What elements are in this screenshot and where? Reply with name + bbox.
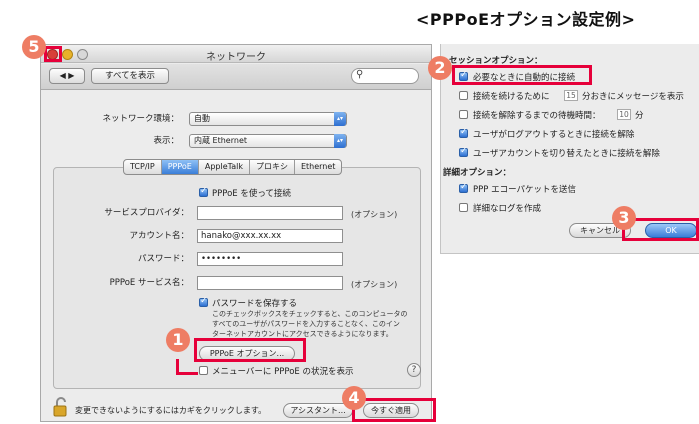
show-all-button[interactable]: すべてを表示 bbox=[91, 68, 169, 84]
tab-bar: TCP/IP PPPoE AppleTalk プロキシ Ethernet bbox=[123, 159, 343, 175]
save-password-checkbox[interactable] bbox=[199, 296, 208, 307]
echo-packets-label: PPP エコーパケットを送信 bbox=[473, 185, 576, 195]
step-2-badge: 2 bbox=[428, 56, 452, 80]
provider-optional: (オプション) bbox=[351, 210, 398, 219]
disconnect-wait-suffix: 分 bbox=[635, 111, 644, 121]
password-field[interactable]: •••••••• bbox=[197, 252, 343, 266]
keep-connection-checkbox[interactable] bbox=[459, 91, 468, 100]
show-value: 内蔵 Ethernet bbox=[194, 136, 248, 145]
keep-connection-minutes[interactable]: 15 bbox=[564, 90, 578, 101]
location-value: 自動 bbox=[194, 114, 210, 123]
switch-user-disconnect-checkbox[interactable] bbox=[459, 146, 468, 157]
tab-appletalk[interactable]: AppleTalk bbox=[199, 160, 250, 174]
account-field[interactable]: hanako@xxx.xx.xx bbox=[197, 229, 343, 243]
back-forward-button[interactable]: ◀ ▶ bbox=[49, 68, 85, 84]
account-label: アカウント名： bbox=[129, 231, 189, 241]
pppoe-checkbox-label: PPPoE を使って接続 bbox=[212, 189, 291, 199]
search-input[interactable]: ⚲ bbox=[351, 68, 419, 84]
switch-user-disconnect-label: ユーザアカウントを切り替えたときに接続を解除 bbox=[473, 149, 660, 159]
menubar-checkbox[interactable] bbox=[199, 366, 208, 375]
highlight-close-button bbox=[44, 46, 62, 62]
tab-ethernet[interactable]: Ethernet bbox=[295, 160, 341, 174]
popup-arrows-icon: ▴▾ bbox=[334, 134, 346, 148]
search-icon: ⚲ bbox=[356, 69, 364, 80]
menubar-checkbox-label: メニューバーに PPPoE の状況を表示 bbox=[212, 367, 354, 377]
window-title: ネットワーク bbox=[206, 52, 266, 63]
logout-disconnect-checkbox[interactable] bbox=[459, 127, 468, 138]
pppoe-checkbox[interactable] bbox=[199, 186, 208, 197]
echo-packets-checkbox[interactable] bbox=[459, 182, 468, 193]
save-password-label: パスワードを保存する bbox=[212, 299, 298, 309]
show-popup[interactable]: 内蔵 Ethernet ▴▾ bbox=[189, 134, 347, 148]
highlight-pppoe-options-button bbox=[194, 338, 306, 362]
verbose-log-label: 詳細なログを作成 bbox=[473, 204, 542, 214]
service-name-field[interactable] bbox=[197, 276, 343, 290]
disconnect-wait-minutes[interactable]: 10 bbox=[617, 109, 631, 120]
step-1-badge: 1 bbox=[166, 328, 190, 352]
password-label: パスワード： bbox=[137, 254, 189, 264]
advanced-options-header: 詳細オプション： bbox=[443, 168, 512, 178]
step-5-badge: 5 bbox=[22, 35, 46, 59]
service-name-label: PPPoE サービス名： bbox=[109, 278, 189, 288]
save-note-line-1: このチェックボックスをチェックすると、このコンピュータの bbox=[212, 310, 408, 318]
service-optional: (オプション) bbox=[351, 280, 398, 289]
tab-proxy[interactable]: プロキシ bbox=[250, 160, 295, 174]
toolbar: ◀ ▶ すべてを表示 ⚲ bbox=[41, 64, 431, 90]
network-window: ネットワーク ◀ ▶ すべてを表示 ⚲ ネットワーク環境： 自動 ▴▾ 表示： … bbox=[40, 44, 432, 422]
step-4-badge: 4 bbox=[342, 386, 366, 410]
disconnect-wait-checkbox[interactable] bbox=[459, 110, 468, 119]
tab-tcpip[interactable]: TCP/IP bbox=[124, 160, 162, 174]
save-note-line-2: すべてのユーザがパスワードを入力することなく、このイン bbox=[212, 320, 400, 328]
provider-label: サービスプロバイダ： bbox=[104, 208, 189, 218]
highlight-bracket-1 bbox=[176, 359, 198, 375]
logout-disconnect-label: ユーザがログアウトするときに接続を解除 bbox=[473, 130, 635, 140]
provider-field[interactable] bbox=[197, 206, 343, 220]
location-label: ネットワーク環境： bbox=[102, 114, 179, 124]
keep-connection-suffix: 分おきにメッセージを表示 bbox=[582, 92, 684, 102]
tab-pppoe[interactable]: PPPoE bbox=[161, 160, 199, 174]
popup-arrows-icon: ▴▾ bbox=[334, 112, 346, 126]
assistant-button[interactable]: アシスタント... bbox=[283, 403, 353, 418]
show-label: 表示： bbox=[153, 136, 179, 146]
lock-icon[interactable] bbox=[53, 397, 69, 417]
location-popup[interactable]: 自動 ▴▾ bbox=[189, 112, 347, 126]
disconnect-wait-prefix: 接続を解除するまでの待機時間： bbox=[473, 111, 601, 121]
page-title: <PPPoEオプション設定例> bbox=[416, 10, 636, 29]
lock-text: 変更できないようにするにはカギをクリックします。 bbox=[75, 406, 267, 415]
step-3-badge: 3 bbox=[612, 206, 636, 230]
highlight-auto-connect bbox=[452, 65, 592, 85]
title-bar: ネットワーク bbox=[41, 45, 431, 63]
keep-connection-prefix: 接続を続けるために bbox=[473, 92, 550, 102]
verbose-log-checkbox[interactable] bbox=[459, 203, 468, 212]
help-button[interactable]: ? bbox=[407, 363, 421, 377]
